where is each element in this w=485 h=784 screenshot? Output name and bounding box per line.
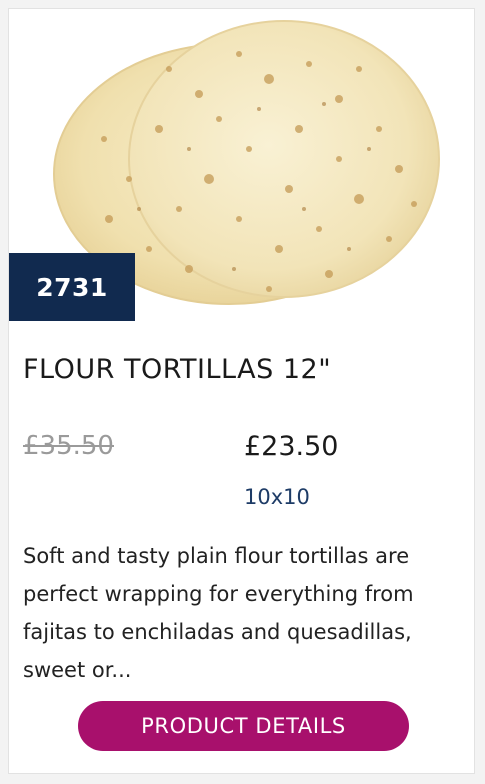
current-price: £23.50 — [244, 431, 339, 462]
product-image[interactable]: 2731 — [9, 9, 474, 321]
product-details-button[interactable]: PRODUCT DETAILS — [78, 701, 409, 751]
pack-size: 10x10 — [244, 485, 310, 509]
old-price: £35.50 — [23, 431, 114, 461]
product-description: Soft and tasty plain flour tortillas are… — [23, 544, 414, 682]
product-card[interactable]: 2731 FLOUR TORTILLAS 12" £35.50 £23.50 1… — [8, 8, 475, 774]
product-code-badge: 2731 — [9, 253, 135, 321]
product-title[interactable]: FLOUR TORTILLAS 12" — [23, 354, 331, 385]
